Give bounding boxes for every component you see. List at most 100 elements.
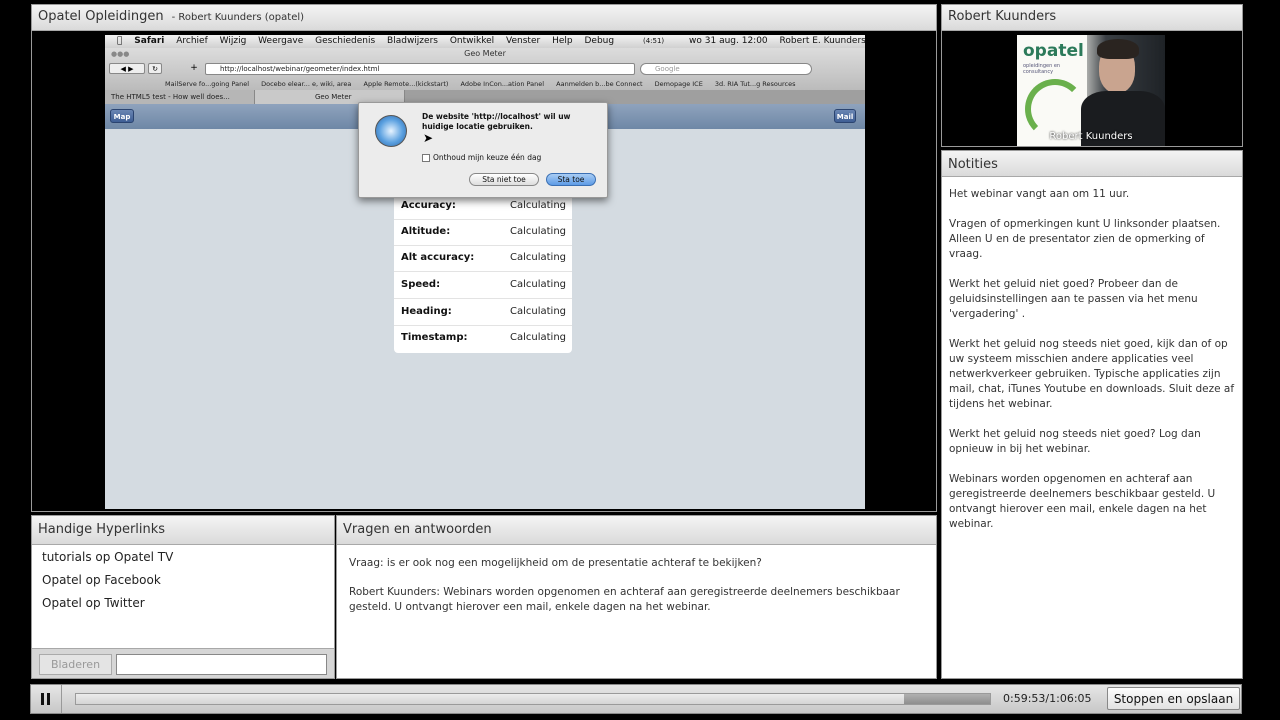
playback-bar: 0:59:53/1:06:05 Stoppen en opslaan: [30, 684, 1242, 714]
camera-pod: Robert Kuunders opatel opleidingen en co…: [941, 4, 1243, 147]
stop-and-save-button[interactable]: Stoppen en opslaan: [1107, 687, 1240, 710]
pod-title-bar: Vragen en antwoorden: [337, 516, 936, 545]
qa-pod: Vragen en antwoorden Vraag: is er ook no…: [336, 515, 937, 679]
notes-paragraph: Werkt het geluid nog steeds niet goed, k…: [949, 338, 1235, 410]
notes-paragraph: Werkt het geluid nog steeds niet goed? L…: [949, 428, 1201, 455]
menu-ontwikkel: Ontwikkel: [444, 36, 494, 46]
notes-paragraph: Het webinar vangt aan om 11 uur.: [949, 188, 1130, 200]
tab-html5-test: The HTML5 test - How well does...: [105, 90, 255, 104]
pod-title-bar: Notities: [942, 151, 1242, 177]
opatel-logo-sub: opleidingen en consultancy: [1023, 63, 1061, 75]
geo-row: Alt accuracy: Calculating: [394, 245, 572, 272]
pause-button[interactable]: [31, 685, 62, 713]
geo-label: Speed:: [401, 279, 441, 290]
safari-toolbar: Geo Meter ●●● ◀ ▶ ↻ + http://localhost/w…: [105, 48, 865, 95]
geo-label: Timestamp:: [401, 332, 468, 343]
progress-fill: [76, 694, 904, 704]
links-footer: Bladeren: [32, 648, 334, 678]
link-facebook[interactable]: Opatel op Facebook: [42, 573, 161, 587]
links-pod: Handige Hyperlinks tutorials op Opatel T…: [31, 515, 335, 679]
pod-title: Robert Kuunders: [948, 9, 1057, 24]
geo-value: Calculating: [509, 252, 566, 263]
link-url-input[interactable]: [116, 654, 327, 675]
screen-share-pod: Opatel Opleidingen - Robert Kuunders (opa…: [31, 4, 937, 512]
dialog-message: De website 'http://localhost' wil uw hui…: [422, 112, 571, 131]
notes-paragraph: Webinars worden opgenomen en achteraf aa…: [949, 473, 1216, 530]
traffic-lights: ●●●: [111, 50, 130, 58]
link-opatel-tv[interactable]: tutorials op Opatel TV: [42, 550, 173, 564]
pod-title: Notities: [948, 157, 998, 172]
geo-label: Accuracy:: [401, 200, 456, 211]
geo-row: Heading: Calculating: [394, 299, 572, 326]
bookmark-item: Aanmelden b...be Connect: [556, 80, 643, 88]
menu-wijzig: Wijzig: [214, 36, 247, 46]
geo-row: Timestamp: Calculating: [394, 325, 572, 351]
link-twitter[interactable]: Opatel op Twitter: [42, 596, 145, 610]
geo-row: Speed: Calculating: [394, 272, 572, 299]
geo-value: Calculating: [509, 306, 566, 317]
add-bookmark-button: +: [190, 63, 198, 73]
pod-title-bar: Opatel Opleidingen - Robert Kuunders (opa…: [32, 5, 936, 31]
bookmark-item: Demopage ICE: [654, 80, 703, 88]
bookmark-item: Docebo elear... e, wiki, area: [261, 80, 352, 88]
bookmark-item: Adobe InCon...ation Panel: [460, 80, 545, 88]
mac-user: Robert E. Kuunders: [774, 36, 865, 46]
banner-stripe: [1025, 79, 1085, 139]
menu-archief: Archief: [170, 36, 208, 46]
apple-icon: : [117, 35, 122, 48]
safari-compass-icon: [375, 115, 407, 147]
progress-buffered: [904, 694, 990, 704]
allow-button: Sta toe: [546, 173, 596, 186]
pause-icon-bar: [47, 693, 50, 705]
pod-title: Vragen en antwoorden: [343, 522, 492, 537]
reload-button: ↻: [148, 63, 162, 74]
progress-track[interactable]: [75, 693, 991, 705]
battery-status: (4:51): [637, 37, 664, 45]
geo-value: Calculating: [509, 226, 566, 237]
map-button: Map: [110, 109, 134, 123]
mouse-cursor-icon: ➤: [423, 131, 434, 145]
menu-bladwijzers: Bladwijzers: [381, 36, 438, 46]
geo-value: Calculating: [509, 332, 566, 343]
pod-title: Opatel Opleidingen: [38, 9, 164, 24]
geo-label: Altitude:: [401, 226, 451, 237]
mac-menubar:  Safari Archief Wijzig Weergave Geschie…: [105, 35, 865, 48]
remember-checkbox: [422, 154, 430, 162]
notes-pod: Notities Het webinar vangt aan om 11 uur…: [941, 150, 1243, 679]
bookmarks-bar: MailServe fo...going Panel Docebo elear.…: [105, 78, 865, 90]
geo-value: Calculating: [509, 279, 566, 290]
geo-table: Accuracy: Calculating Altitude: Calculatin…: [394, 193, 572, 353]
bookmark-item: Apple Remote...(kickstart): [363, 80, 449, 88]
bookmark-item: MailServe fo...going Panel: [165, 80, 250, 88]
search-bar: Google: [640, 63, 812, 75]
notes-paragraph: Vragen of opmerkingen kunt U linksonder …: [949, 218, 1221, 260]
mail-button: Mail: [834, 109, 856, 123]
geo-value: Calculating: [509, 200, 566, 211]
pod-title-bar: Handige Hyperlinks: [32, 516, 334, 545]
window-title: Geo Meter: [464, 49, 506, 58]
geo-row: Altitude: Calculating: [394, 219, 572, 246]
webcam-video: opatel opleidingen en consultancy Robert…: [1017, 35, 1165, 146]
qa-question: Vraag: is er ook nog een mogelijkheid om…: [349, 557, 762, 569]
bookmark-item: 3d. RIA Tut...g Resources: [714, 80, 796, 88]
menu-debug: Debug: [579, 36, 614, 46]
opatel-banner: opatel opleidingen en consultancy: [1017, 35, 1087, 146]
menu-venster: Venster: [500, 36, 540, 46]
presenter-hair: [1097, 39, 1139, 59]
menu-weergave: Weergave: [252, 36, 303, 46]
browse-button[interactable]: Bladeren: [39, 654, 112, 675]
back-forward-buttons: ◀ ▶: [109, 63, 145, 74]
geo-label: Heading:: [401, 306, 452, 317]
menu-help: Help: [546, 36, 573, 46]
deny-button: Sta niet toe: [469, 173, 539, 186]
menu-geschiedenis: Geschiedenis: [309, 36, 375, 46]
url-bar: http://localhost/webinar/geometer/index.…: [205, 63, 635, 75]
location-permission-dialog: De website 'http://localhost' wil uw hui…: [358, 102, 608, 198]
pause-icon: [41, 693, 44, 705]
geo-label: Alt accuracy:: [401, 252, 475, 263]
qa-answer: Robert Kuunders: Webinars worden opgenom…: [349, 586, 900, 613]
notes-content: Het webinar vangt aan om 11 uur. Vragen …: [949, 187, 1239, 547]
pod-subtitle: - Robert Kuunders (opatel): [171, 12, 305, 23]
menu-safari: Safari: [128, 36, 164, 46]
shared-screen:  Safari Archief Wijzig Weergave Geschie…: [105, 35, 865, 509]
